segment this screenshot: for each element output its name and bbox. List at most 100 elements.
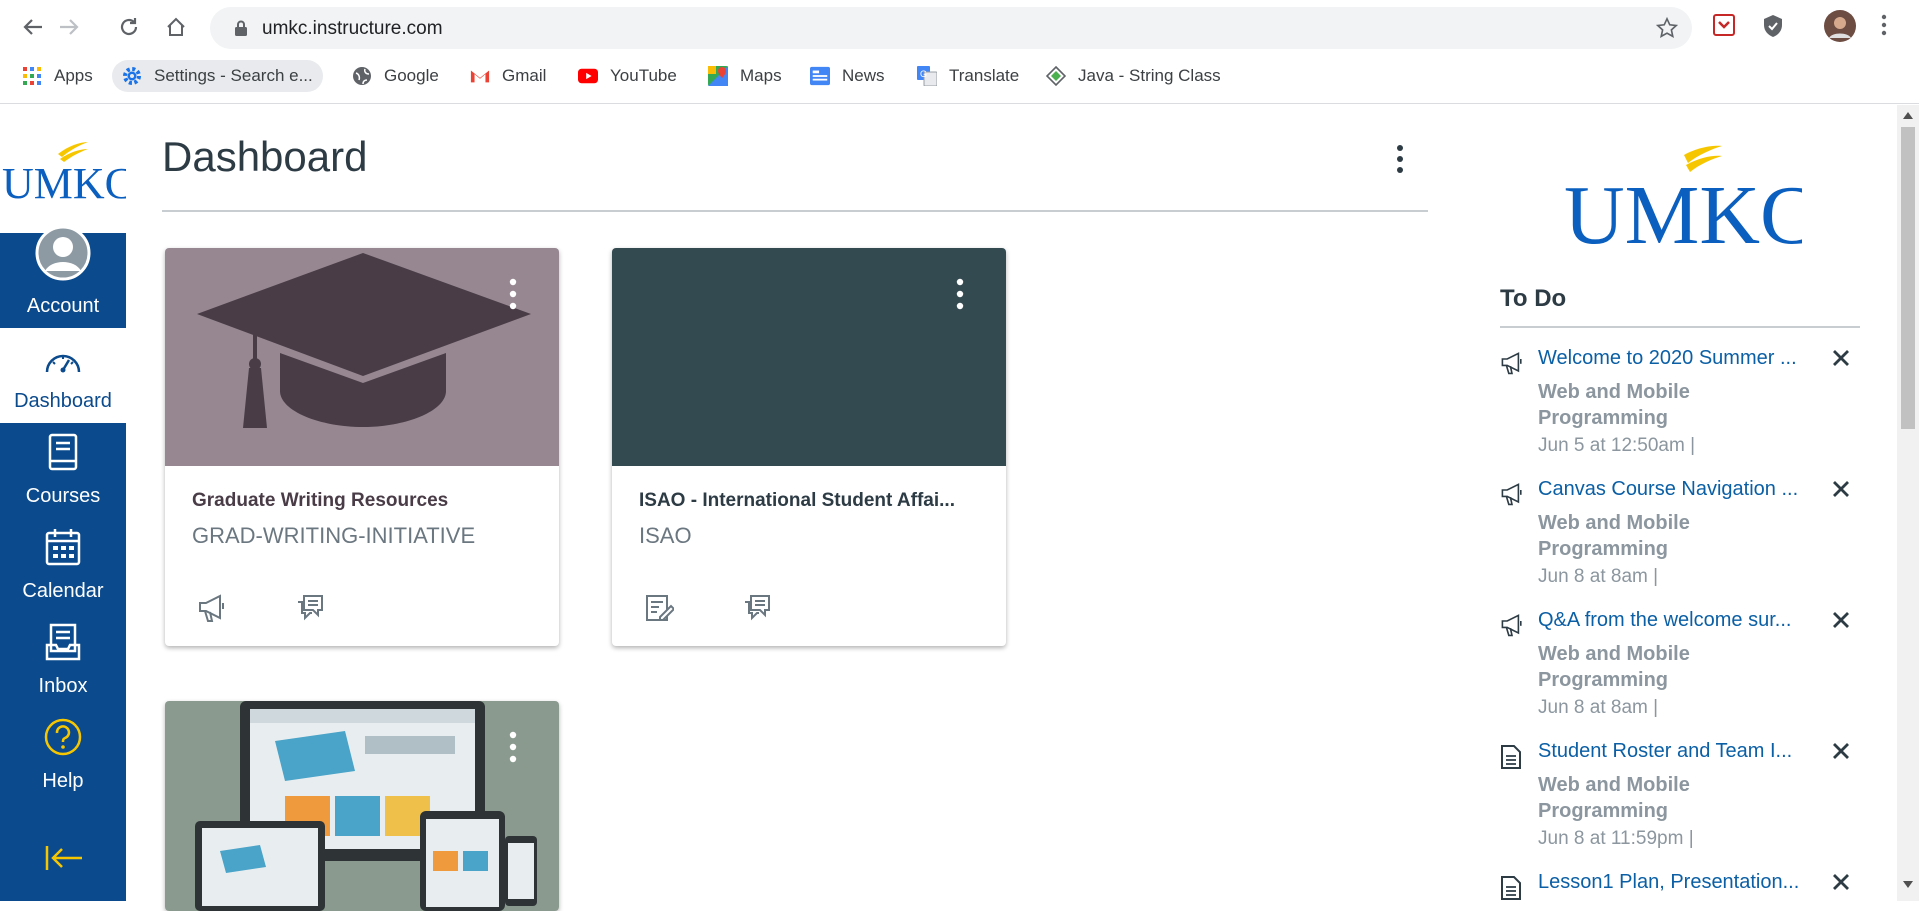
course-code: GRAD-WRITING-INITIATIVE bbox=[192, 523, 476, 548]
bookmark-label: Maps bbox=[740, 66, 782, 85]
course-card-hero[interactable] bbox=[165, 248, 559, 466]
discussions-link[interactable] bbox=[295, 593, 325, 628]
nav-label: Account bbox=[26, 295, 100, 317]
nav-label: Help bbox=[42, 770, 84, 792]
todo-title-link[interactable]: Canvas Course Navigation ... bbox=[1538, 478, 1806, 501]
pocket-extension-icon bbox=[1713, 14, 1735, 36]
scroll-up-arrow-icon[interactable] bbox=[1903, 111, 1913, 119]
todo-title-link[interactable]: Student Roster and Team I... bbox=[1538, 740, 1806, 763]
course-card-hero[interactable] bbox=[612, 248, 1006, 466]
nav-label: Dashboard bbox=[14, 390, 112, 412]
courses-book-icon bbox=[47, 433, 79, 477]
bookmark-gmail[interactable]: Gmail bbox=[470, 60, 546, 92]
apps-grid-icon bbox=[22, 66, 42, 86]
bookmarks-bar: Apps Settings - Search e... Google Gmail… bbox=[0, 60, 1919, 92]
address-bar[interactable]: umkc.instructure.com bbox=[210, 7, 1692, 49]
browser-menu-button[interactable] bbox=[1880, 14, 1888, 41]
card-options-button[interactable] bbox=[507, 729, 519, 765]
url-text: umkc.instructure.com bbox=[262, 18, 443, 39]
bookmark-translate[interactable]: G Translate bbox=[917, 60, 1019, 92]
bookmark-star-icon[interactable] bbox=[1656, 17, 1678, 39]
page-title: Dashboard bbox=[162, 133, 368, 180]
todo-title-link[interactable]: Lesson1 Plan, Presentation... bbox=[1538, 871, 1806, 894]
inbox-icon bbox=[45, 623, 81, 667]
announcements-link[interactable] bbox=[197, 593, 227, 628]
bookmark-java-string-class[interactable]: Java - String Class bbox=[1046, 60, 1221, 92]
forward-button[interactable] bbox=[56, 14, 82, 40]
discussions-icon bbox=[745, 595, 770, 621]
todo-course: Web and Mobile Programming bbox=[1538, 512, 1690, 560]
document-icon bbox=[1501, 876, 1521, 900]
vertical-dots-icon bbox=[509, 278, 517, 310]
nav-label: Inbox bbox=[38, 675, 88, 697]
lock-icon bbox=[235, 20, 247, 36]
extension-shield-button[interactable] bbox=[1762, 14, 1784, 43]
todo-date: Jun 8 at 8am | bbox=[1538, 566, 1659, 587]
collapse-nav-button[interactable] bbox=[0, 802, 126, 901]
nav-account[interactable]: Account bbox=[0, 225, 126, 328]
course-name[interactable]: Graduate Writing Resources bbox=[192, 490, 532, 512]
reload-button[interactable] bbox=[116, 14, 142, 40]
dismiss-close-icon[interactable] bbox=[1832, 349, 1850, 367]
bookmark-label: Java - String Class bbox=[1078, 66, 1221, 85]
nav-label: Calendar bbox=[22, 580, 104, 602]
reload-icon bbox=[120, 18, 138, 36]
extension-pocket-button[interactable] bbox=[1713, 14, 1735, 41]
nav-dashboard[interactable]: Dashboard bbox=[0, 328, 126, 423]
nav-calendar[interactable]: Calendar bbox=[0, 518, 126, 613]
profile-avatar-button[interactable] bbox=[1824, 10, 1856, 47]
todo-title-link[interactable]: Q&A from the welcome sur... bbox=[1538, 609, 1806, 632]
course-card[interactable]: Graduate Writing Resources GRAD-WRITING-… bbox=[165, 248, 559, 646]
bookmark-label: Gmail bbox=[502, 66, 547, 85]
youtube-icon bbox=[578, 66, 598, 86]
bookmark-settings[interactable]: Settings - Search e... bbox=[112, 60, 323, 92]
bookmark-google[interactable]: Google bbox=[352, 60, 439, 92]
card-options-button[interactable] bbox=[507, 276, 519, 312]
nav-help[interactable]: Help bbox=[0, 708, 126, 803]
bookmark-maps[interactable]: Maps bbox=[708, 60, 782, 92]
todo-title-link[interactable]: Welcome to 2020 Summer ... bbox=[1538, 347, 1806, 370]
umkc-logo[interactable]: UMKC bbox=[0, 140, 134, 208]
bookmark-news[interactable]: News bbox=[810, 60, 885, 92]
page-scrollbar[interactable] bbox=[1897, 105, 1919, 901]
dismiss-close-icon[interactable] bbox=[1832, 611, 1850, 629]
assignment-icon bbox=[646, 595, 676, 621]
umkc-logo: UMKC bbox=[1562, 143, 1816, 262]
web-devices-illustration bbox=[195, 701, 537, 911]
home-button[interactable] bbox=[163, 14, 189, 40]
bookmark-label: Translate bbox=[949, 66, 1020, 85]
translate-icon: G bbox=[917, 66, 937, 86]
dismiss-close-icon[interactable] bbox=[1832, 480, 1850, 498]
document-icon bbox=[1501, 745, 1521, 769]
course-card-hero[interactable] bbox=[165, 701, 559, 911]
course-code: ISAO bbox=[639, 523, 692, 548]
account-avatar-icon bbox=[35, 225, 91, 287]
course-card[interactable]: ISAO - International Student Affai... IS… bbox=[612, 248, 1006, 646]
back-button[interactable] bbox=[20, 14, 46, 40]
course-card[interactable] bbox=[165, 701, 559, 911]
nav-courses[interactable]: Courses bbox=[0, 423, 126, 518]
bookmark-apps[interactable]: Apps bbox=[22, 60, 93, 92]
bookmark-youtube[interactable]: YouTube bbox=[578, 60, 677, 92]
announcement-icon bbox=[1501, 352, 1522, 375]
nav-inbox[interactable]: Inbox bbox=[0, 613, 126, 708]
dismiss-close-icon[interactable] bbox=[1832, 742, 1850, 760]
nav-label: Courses bbox=[25, 485, 101, 507]
course-name[interactable]: ISAO - International Student Affai... bbox=[639, 490, 979, 512]
title-divider bbox=[162, 210, 1428, 212]
logo-text: UMKC bbox=[1564, 169, 1802, 253]
dismiss-close-icon[interactable] bbox=[1832, 873, 1850, 891]
discussions-link[interactable] bbox=[742, 593, 772, 628]
todo-date: Jun 8 at 11:59pm | bbox=[1538, 828, 1694, 849]
scrollbar-thumb[interactable] bbox=[1901, 127, 1915, 429]
vertical-dots-icon bbox=[509, 731, 517, 763]
shield-extension-icon bbox=[1764, 15, 1782, 37]
dashboard-options-button[interactable] bbox=[1390, 141, 1410, 177]
announcement-icon bbox=[1501, 483, 1522, 506]
card-options-button[interactable] bbox=[954, 276, 966, 312]
todo-date: Jun 8 at 8am | bbox=[1538, 697, 1659, 718]
bookmark-label: News bbox=[842, 66, 885, 85]
assignments-link[interactable] bbox=[644, 593, 676, 628]
scroll-down-arrow-icon[interactable] bbox=[1903, 881, 1913, 889]
right-sidebar: UMKC To Do Welcome to 2020 Summer ... We… bbox=[1480, 105, 1880, 901]
